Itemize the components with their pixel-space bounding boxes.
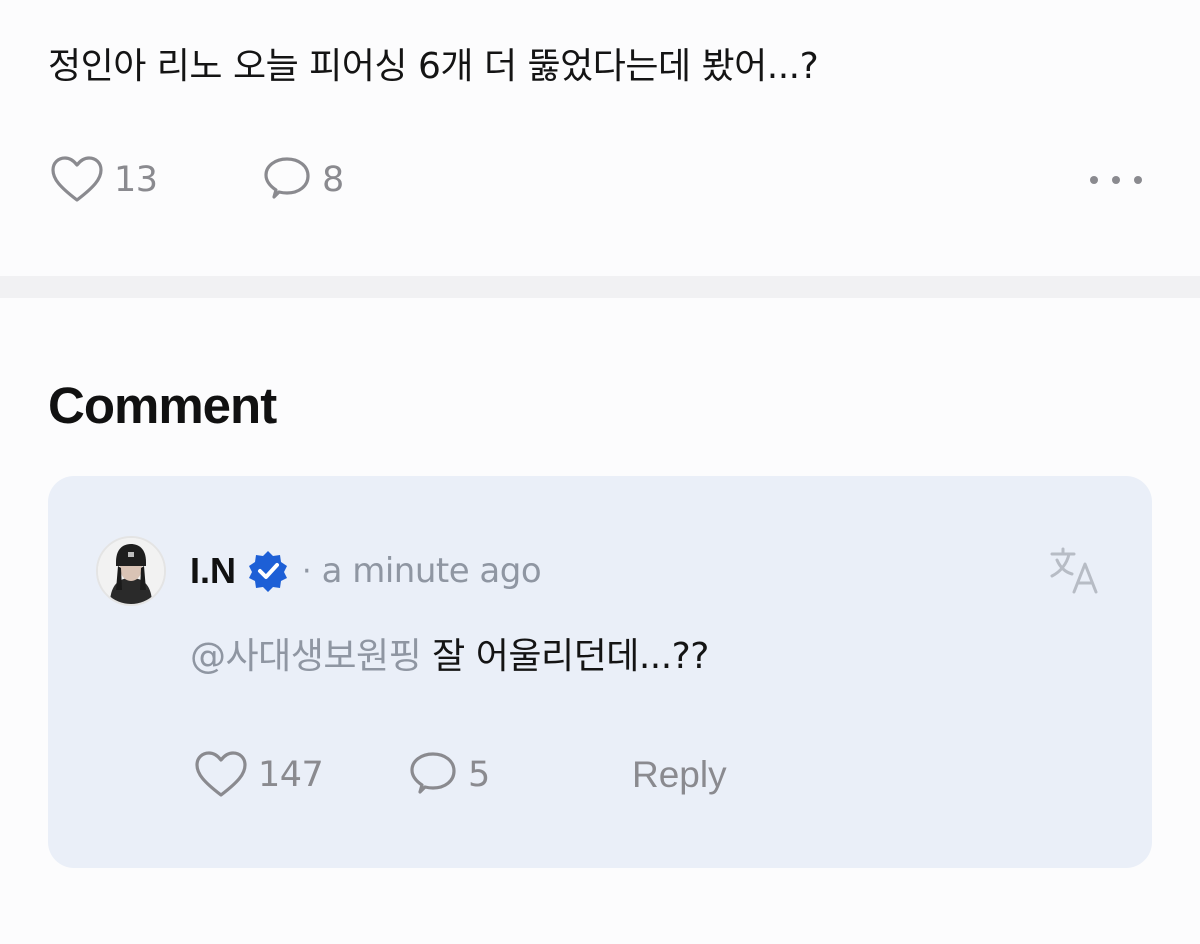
speech-bubble-icon	[410, 752, 456, 794]
avatar-image	[98, 538, 164, 604]
heart-icon	[195, 751, 247, 797]
post: 정인아 리노 오늘 피어싱 6개 더 뚫었다는데 봤어...? 13 8	[0, 0, 1200, 276]
comment-author-row: I.N · a minute ago	[190, 548, 542, 594]
more-dot	[1090, 176, 1098, 184]
post-text: 정인아 리노 오늘 피어싱 6개 더 뚫었다는데 봤어...?	[48, 46, 819, 87]
meta-separator: ·	[302, 553, 312, 589]
translate-glyph	[1050, 547, 1098, 594]
comment-reply-count: 5	[468, 755, 490, 795]
post-like-button[interactable]: 13	[50, 155, 158, 205]
more-dot	[1112, 176, 1120, 184]
reply-button[interactable]: Reply	[632, 750, 727, 800]
comment-timestamp: a minute ago	[321, 551, 542, 591]
verified-badge-icon	[249, 551, 288, 592]
comments-section-title: Comment	[48, 377, 277, 434]
post-like-count: 13	[114, 160, 158, 200]
section-divider	[0, 276, 1200, 298]
translate-icon[interactable]	[1048, 546, 1104, 596]
avatar[interactable]	[96, 536, 166, 606]
comment-body: @사대생보원핑 잘 어울리던데...??	[190, 632, 709, 682]
more-dot	[1134, 176, 1142, 184]
post-comment-button[interactable]: 8	[262, 155, 344, 205]
post-comment-count: 8	[322, 160, 344, 200]
comment-card: I.N · a minute ago @사대생보원핑 잘 어울리던데...?? …	[48, 476, 1152, 868]
heart-icon	[51, 156, 103, 202]
author-name[interactable]: I.N	[190, 550, 236, 592]
comment-mention[interactable]: @사대생보원핑	[190, 636, 422, 677]
more-options-icon[interactable]	[1086, 160, 1146, 200]
speech-bubble-icon	[264, 157, 310, 199]
comment-text: 잘 어울리던데...??	[421, 636, 709, 677]
comment-replies-button[interactable]: 5	[408, 750, 490, 800]
comment-like-button[interactable]: 147	[194, 750, 324, 800]
comment-like-count: 147	[258, 755, 324, 795]
